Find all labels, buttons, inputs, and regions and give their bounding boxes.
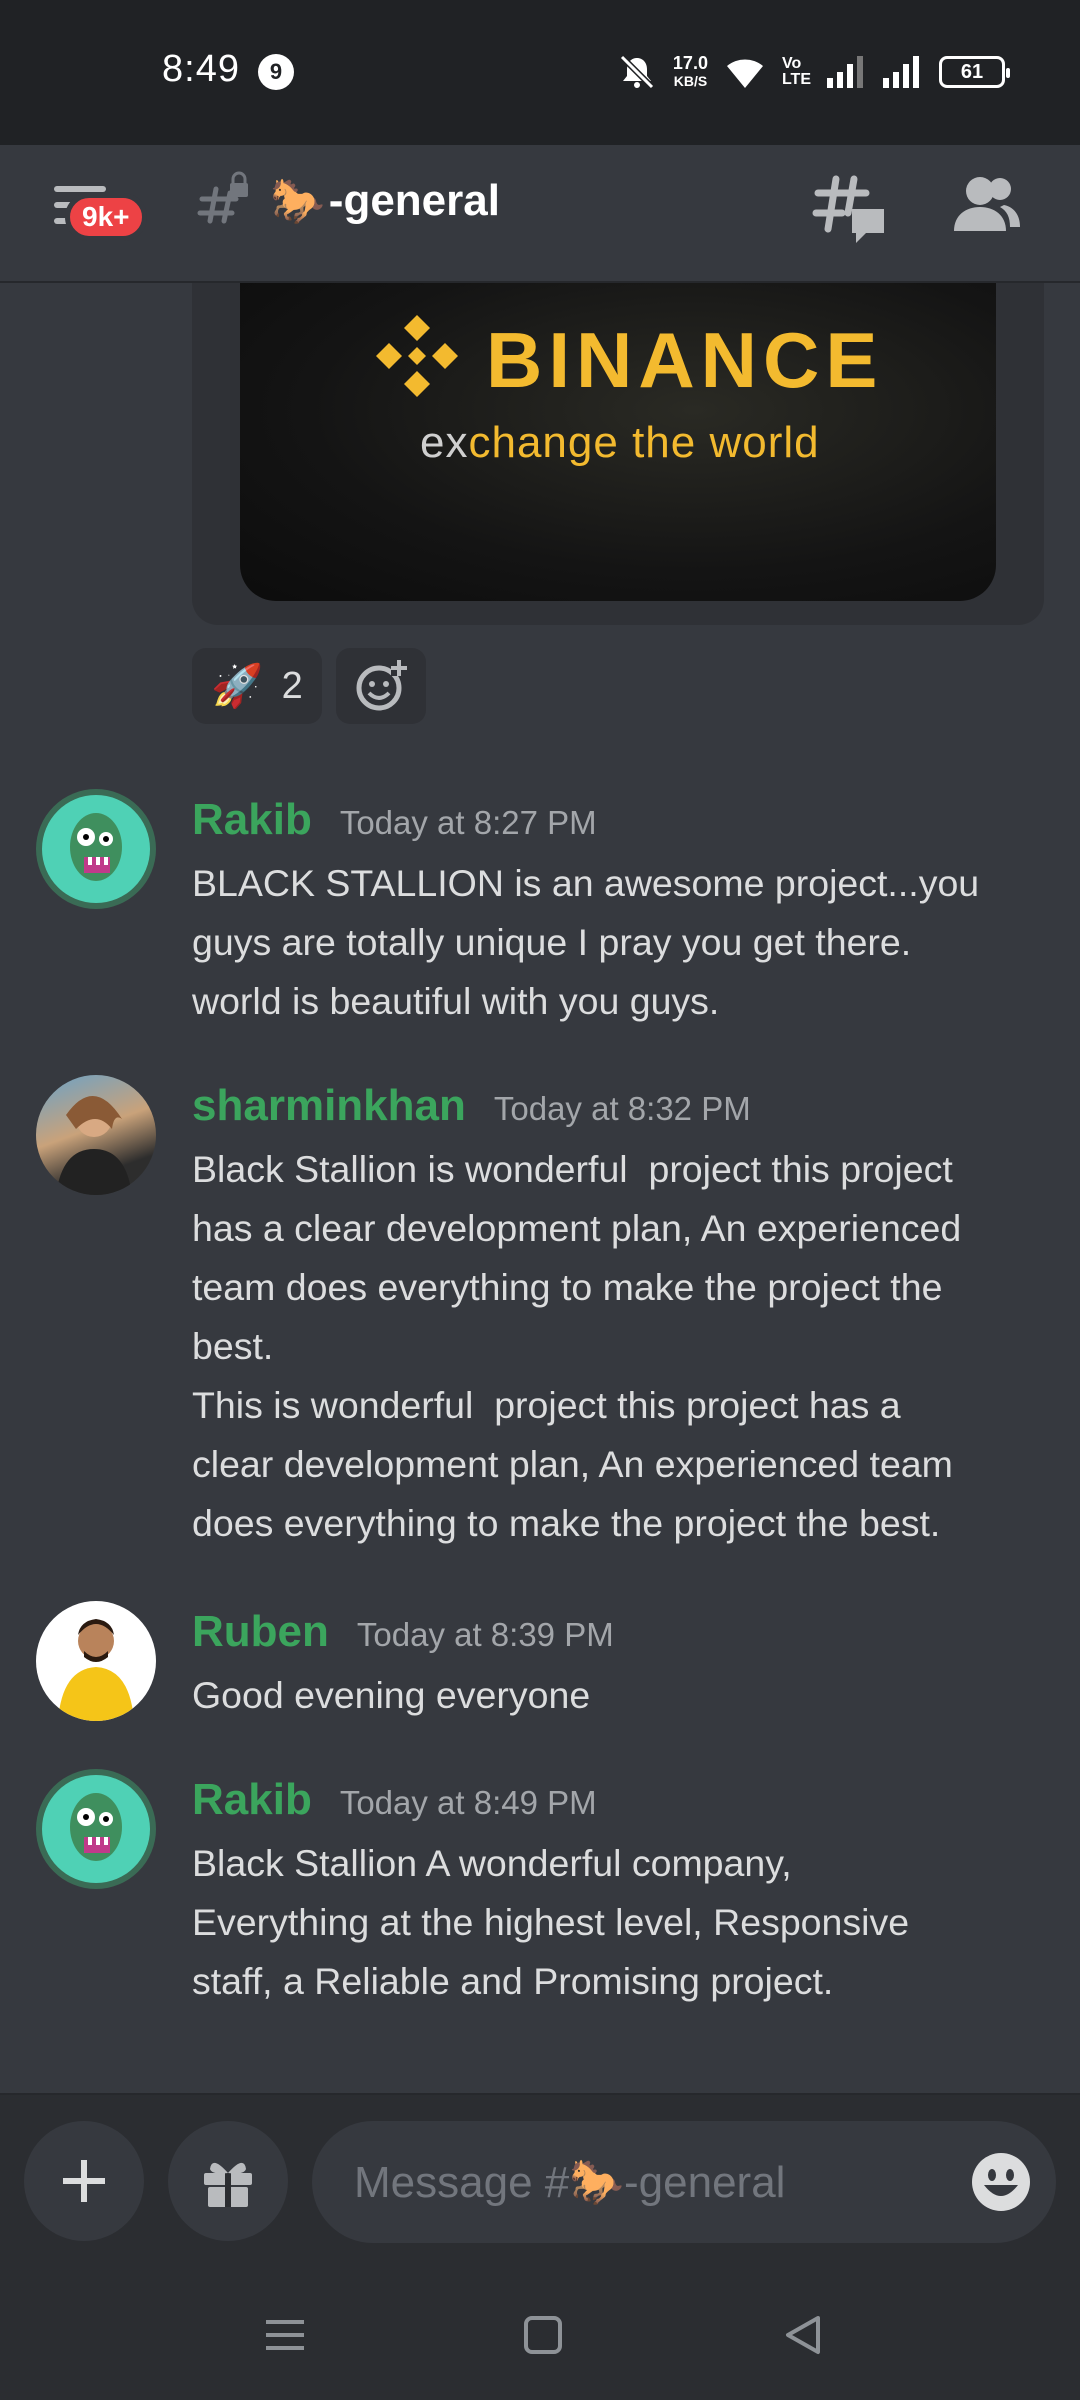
reaction-rocket[interactable]: 🚀 2	[192, 648, 322, 724]
message-text: Black Stallion is wonderful project this…	[192, 1148, 962, 1544]
nav-home-icon[interactable]	[518, 2310, 568, 2360]
binance-tagline: exchange the world	[420, 418, 820, 468]
plus-icon	[63, 2160, 105, 2202]
timestamp: Today at 8:27 PM	[339, 804, 597, 841]
message-header: Rakib Today at 8:27 PM	[192, 795, 597, 845]
person-avatar-icon	[58, 1619, 134, 1721]
nav-back-icon[interactable]	[778, 2310, 828, 2360]
members-icon[interactable]	[952, 169, 1022, 239]
volte-indicator: Vo LTE	[782, 56, 811, 88]
emoji-icon[interactable]	[970, 2151, 1032, 2213]
discord-screen: 8:49 9 17.0 KB/S Vo LTE 61 9k+ 🐎 -genera…	[0, 0, 1080, 2400]
timestamp: Today at 8:39 PM	[356, 1616, 614, 1653]
reaction-count: 2	[281, 664, 303, 707]
username[interactable]: Rakib	[192, 795, 312, 845]
hash-lock-icon	[197, 171, 248, 224]
channel-header: 9k+ 🐎 -general	[0, 145, 1080, 283]
volte-bottom: LTE	[781, 71, 811, 88]
net-speed: 17.0 KB/S	[673, 54, 708, 90]
status-bar: 8:49 9 17.0 KB/S Vo LTE 61	[0, 0, 1080, 145]
username[interactable]: sharminkhan	[192, 1081, 466, 1131]
mute-bell-icon	[619, 54, 655, 90]
add-reaction-button[interactable]	[336, 648, 426, 724]
avatar[interactable]	[36, 1075, 156, 1195]
status-icons: 17.0 KB/S Vo LTE 61	[617, 48, 1010, 96]
nav-menu-icon[interactable]	[260, 2310, 310, 2360]
username[interactable]: Ruben	[192, 1607, 329, 1657]
gift-icon	[204, 2162, 252, 2207]
person-avatar-icon	[56, 1095, 132, 1195]
binance-banner-image[interactable]: BINANCE exchange the world	[240, 283, 996, 601]
message-input-placeholder: Message #🐎-general	[354, 2158, 786, 2207]
signal-icon-2	[883, 56, 919, 88]
signal-icon-1	[827, 56, 863, 88]
message-header: sharminkhan Today at 8:32 PM	[192, 1081, 751, 1131]
net-speed-unit: KB/S	[673, 73, 708, 89]
channel-name-text: -general	[328, 176, 500, 225]
binance-logo-icon	[376, 315, 458, 397]
volte-top: Vo	[781, 55, 802, 72]
message-text: Good evening everyone	[192, 1674, 591, 1716]
system-nav-bar	[0, 2265, 1080, 2400]
notification-count-badge: 9	[258, 54, 294, 90]
zombie-avatar-icon	[42, 1775, 150, 1883]
message-text: Black Stallion A wonderful company, Ever…	[192, 1842, 910, 2002]
channel-emoji: 🐎	[270, 177, 325, 226]
threads-icon[interactable]	[812, 169, 888, 245]
message-embed: BINANCE exchange the world	[192, 283, 1044, 625]
battery-indicator: 61	[939, 56, 1010, 88]
net-speed-value: 17.0	[672, 53, 708, 73]
message-composer: Message #🐎-general	[0, 2093, 1080, 2265]
tagline-rest: change the world	[468, 418, 820, 467]
binance-wordmark: BINANCE	[486, 316, 884, 404]
message-header: Rakib Today at 8:49 PM	[192, 1775, 597, 1825]
gift-button[interactable]	[168, 2121, 288, 2241]
zombie-avatar-icon	[42, 795, 150, 903]
message-header: Ruben Today at 8:39 PM	[192, 1607, 614, 1657]
reactions-row: 🚀 2	[192, 648, 426, 724]
add-reaction-icon	[356, 660, 407, 711]
message-input[interactable]: Message #🐎-general	[312, 2121, 1056, 2243]
unread-badge: 9k+	[65, 193, 147, 241]
wifi-icon	[726, 59, 763, 88]
tagline-prefix: ex	[420, 418, 469, 467]
timestamp: Today at 8:32 PM	[493, 1090, 751, 1127]
avatar[interactable]	[36, 789, 156, 909]
avatar[interactable]	[36, 1601, 156, 1721]
channel-name[interactable]: 🐎 -general	[270, 175, 500, 227]
username[interactable]: Rakib	[192, 1775, 312, 1825]
avatar[interactable]	[36, 1769, 156, 1889]
message-text: BLACK STALLION is an awesome project...y…	[192, 862, 980, 1022]
reaction-emoji: 🚀	[211, 661, 264, 709]
status-time: 8:49	[162, 48, 240, 90]
timestamp: Today at 8:49 PM	[339, 1784, 597, 1821]
attach-button[interactable]	[24, 2121, 144, 2241]
